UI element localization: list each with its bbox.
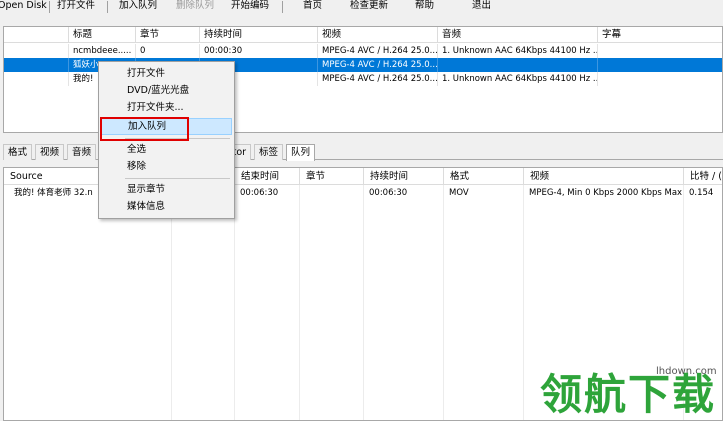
check-update-button[interactable]: 检查更新 — [350, 0, 388, 14]
cell-video: MPEG-4 AVC / H.264 25.0... — [317, 44, 437, 58]
column-format[interactable]: 格式 — [443, 168, 523, 185]
cell-video: MPEG-4, Min 0 Kbps 2000 Kbps Max ... — [529, 188, 683, 198]
cell-chapters: 0 — [135, 44, 199, 58]
column-divider — [299, 185, 300, 420]
cell-video: MPEG-4 AVC / H.264 25.0... — [317, 58, 437, 72]
toolbar-separator — [49, 1, 50, 13]
exit-button[interactable]: 退出 — [472, 0, 491, 14]
column-title[interactable]: 标题 — [68, 27, 135, 43]
menu-item-show-chapters[interactable]: 显示章节 — [101, 181, 232, 198]
annotation-highlight-box — [100, 117, 189, 141]
column-divider — [443, 185, 444, 420]
cell-video: MPEG-4 AVC / H.264 25.0... — [317, 72, 437, 86]
column-duration[interactable]: 持续时间 — [199, 27, 317, 43]
column-audio[interactable]: 音频 — [437, 27, 597, 43]
column-duration[interactable]: 持续时间 — [363, 168, 443, 185]
column-end-time[interactable]: 结束时间 — [234, 168, 299, 185]
cell-subtitle — [597, 72, 722, 86]
toolbar-separator — [107, 1, 108, 13]
watermark-logo: 领航下载 — [540, 370, 717, 419]
home-button[interactable]: 首页 — [303, 0, 322, 14]
help-button[interactable]: 帮助 — [415, 0, 434, 14]
column-subtitle[interactable]: 字幕 — [597, 27, 722, 43]
column-divider — [523, 185, 524, 420]
cell-audio — [437, 58, 597, 72]
file-row[interactable]: ncmbdeee..... 0 00:00:30 MPEG-4 AVC / H.… — [4, 44, 722, 58]
tab-queue[interactable]: 队列 — [286, 144, 316, 161]
cell-duration: 00:00:30 — [199, 44, 317, 58]
start-encode-button[interactable]: 开始编码 — [231, 0, 269, 14]
cell-format: MOV — [449, 188, 469, 198]
column-video[interactable]: 视频 — [523, 168, 683, 185]
menu-item-open-folder[interactable]: 打开文件夹... — [101, 99, 232, 116]
column-divider — [363, 185, 364, 420]
tab-format[interactable]: 格式 — [3, 144, 33, 160]
column-divider — [234, 185, 235, 420]
delete-queue-button[interactable]: 删除队列 — [176, 0, 214, 14]
menu-item-open-file[interactable]: 打开文件 — [101, 65, 232, 82]
toolbar: Open Disk 打开文件 加入队列 删除队列 开始编码 首页 检查更新 帮助… — [0, 0, 723, 16]
cell-title: ncmbdeee..... — [68, 44, 135, 58]
cell-bitrate: 0.154 — [689, 188, 714, 198]
cell-chapters — [299, 186, 363, 201]
column-divider — [171, 185, 172, 420]
menu-separator — [125, 178, 230, 179]
tab-video[interactable]: 视频 — [35, 144, 65, 160]
tab-audio[interactable]: 音频 — [67, 144, 97, 160]
open-disk-button[interactable]: Open Disk — [0, 0, 47, 14]
cell-end-time: 00:06:30 — [240, 188, 279, 198]
menu-item-select-all[interactable]: 全选 — [101, 141, 232, 158]
cell-audio: 1. Unknown AAC 64Kbps 44100 Hz ... — [437, 44, 597, 58]
file-grid-header: 标题 章节 持续时间 视频 音频 字幕 — [4, 27, 722, 43]
column-video[interactable]: 视频 — [317, 27, 437, 43]
tab-tags[interactable]: 标签 — [254, 144, 284, 160]
menu-item-dvd-bluray[interactable]: DVD/蓝光光盘 — [101, 82, 232, 99]
menu-item-remove[interactable]: 移除 — [101, 158, 232, 175]
column-bitrate[interactable]: 比特 / (值 — [683, 168, 722, 185]
menu-item-media-info[interactable]: 媒体信息 — [101, 198, 232, 215]
column-chapters[interactable]: 章节 — [135, 27, 199, 43]
add-queue-button[interactable]: 加入队列 — [119, 0, 157, 14]
cell-audio: 1. Unknown AAC 64Kbps 44100 Hz ... — [437, 72, 597, 86]
cell-subtitle — [597, 44, 722, 58]
column-chapters[interactable]: 章节 — [299, 168, 363, 185]
cell-subtitle — [597, 58, 722, 72]
toolbar-separator — [282, 1, 283, 13]
open-file-button[interactable]: 打开文件 — [57, 0, 95, 14]
cell-duration: 00:06:30 — [369, 188, 408, 198]
